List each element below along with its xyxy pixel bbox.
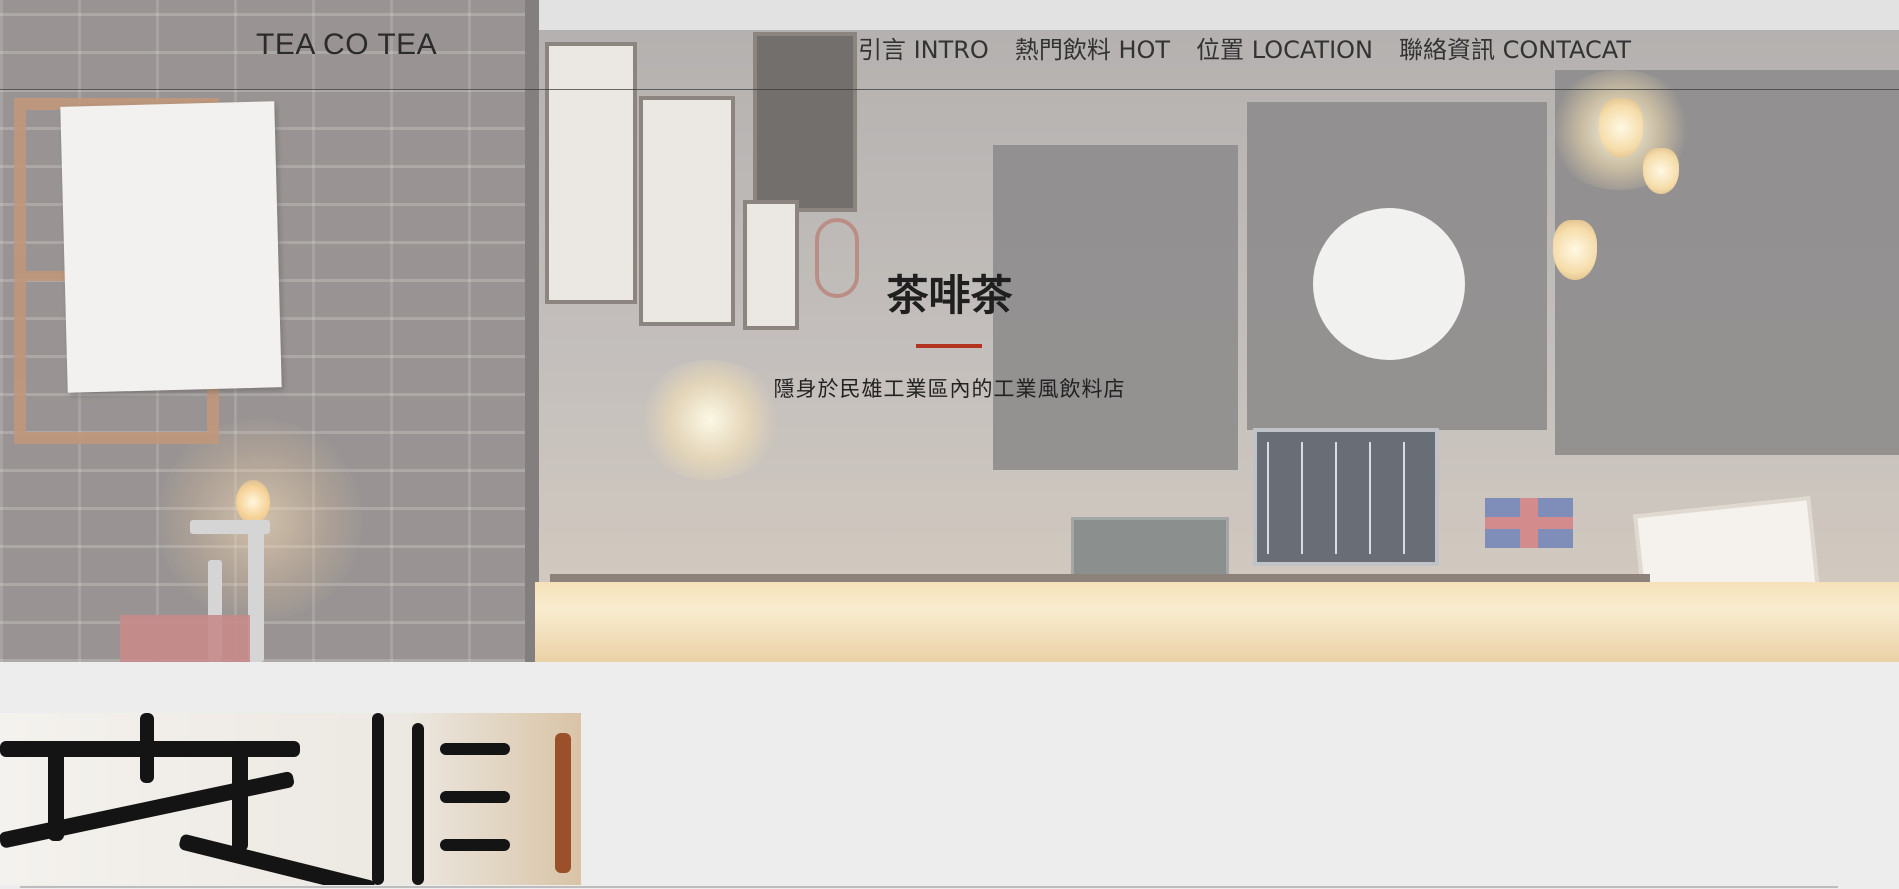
hero-subtitle: 隱身於民雄工業區內的工業風飲料店 [773,377,1126,401]
nav-location[interactable]: 位置 LOCATION [1196,30,1373,65]
main-nav: 引言 INTRO 熱門飲料 HOT 位置 LOCATION 聯絡資訊 CONTA… [858,30,1631,65]
hero-overlay [0,0,1899,662]
site-header: TEA CO TEA 引言 INTRO 熱門飲料 HOT 位置 LOCATION… [0,0,1899,90]
hero-accent-rule [916,344,982,348]
section-divider [20,886,1838,888]
nav-intro[interactable]: 引言 INTRO [858,30,989,65]
hero-title: 茶啡茶 [886,271,1013,320]
nav-hot[interactable]: 熱門飲料 HOT [1015,30,1170,65]
hero-banner [0,0,1899,662]
site-brand[interactable]: TEA CO TEA [256,28,437,62]
nav-contact[interactable]: 聯絡資訊 CONTACAT [1399,30,1631,65]
logo-closeup-image [0,713,581,885]
